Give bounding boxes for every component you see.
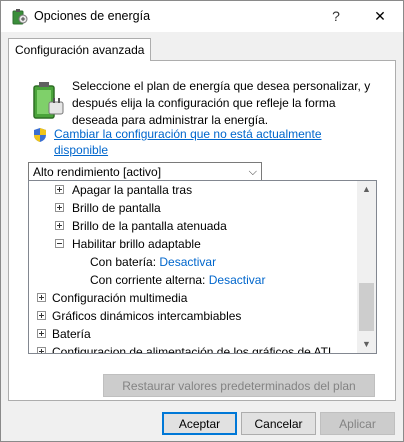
tree-item-brillo-pantalla[interactable]: Brillo de pantalla <box>55 199 161 217</box>
scrollbar-thumb[interactable] <box>359 283 374 331</box>
expand-icon[interactable] <box>37 311 46 320</box>
close-button[interactable]: ✕ <box>357 1 403 32</box>
power-plan-selected: Alto rendimiento [activo] <box>33 165 162 179</box>
accept-button[interactable]: Aceptar <box>162 412 237 435</box>
change-unavailable-settings-link[interactable]: Cambiar la configuración que no está act… <box>54 126 354 158</box>
tree-item-graficos-ati[interactable]: Configuracion de alimentación de los grá… <box>37 343 331 353</box>
expand-icon[interactable] <box>37 329 46 338</box>
power-options-window: Opciones de energía ? ✕ Configuración av… <box>0 0 404 442</box>
title-bar: Opciones de energía ? ✕ <box>1 1 403 32</box>
setting-on-battery: Con batería: Desactivar <box>90 255 217 269</box>
expand-icon[interactable] <box>37 347 46 353</box>
tree-item-graficos-dinamicos[interactable]: Gráficos dinámicos intercambiables <box>37 307 241 325</box>
collapse-icon[interactable] <box>55 239 64 248</box>
cancel-button[interactable]: Cancelar <box>241 412 316 435</box>
settings-tree: Apagar la pantalla tras Brillo de pantal… <box>28 180 377 354</box>
setting-on-ac: Con corriente alterna: Desactivar <box>90 273 266 287</box>
tree-item-apagar-pantalla[interactable]: Apagar la pantalla tras <box>55 181 192 199</box>
uac-shield-icon <box>32 127 48 143</box>
scroll-down-icon[interactable]: ▼ <box>357 336 376 353</box>
tree-item-multimedia[interactable]: Configuración multimedia <box>37 289 187 307</box>
apply-button[interactable]: Aplicar <box>320 412 395 435</box>
expand-icon[interactable] <box>55 221 64 230</box>
expand-icon[interactable] <box>37 293 46 302</box>
tree-item-bateria[interactable]: Batería <box>37 325 91 343</box>
restore-defaults-button[interactable]: Restaurar valores predeterminados del pl… <box>103 374 375 397</box>
on-battery-value[interactable]: Desactivar <box>159 255 216 269</box>
expand-icon[interactable] <box>55 185 64 194</box>
power-plan-dropdown[interactable]: Alto rendimiento [activo] ⌵ <box>28 162 262 181</box>
scroll-up-icon[interactable]: ▲ <box>357 181 376 198</box>
tree-item-brillo-atenuada[interactable]: Brillo de la pantalla atenuada <box>55 217 227 235</box>
intro-text: Seleccione el plan de energía que desea … <box>72 79 371 127</box>
window-title: Opciones de energía <box>34 9 151 23</box>
tree-scrollbar[interactable]: ▲ ▼ <box>357 181 376 353</box>
tree-item-brillo-adaptable[interactable]: Habilitar brillo adaptable <box>55 235 201 253</box>
on-ac-value[interactable]: Desactivar <box>209 273 266 287</box>
battery-plug-icon <box>29 80 65 122</box>
help-button[interactable]: ? <box>313 1 359 32</box>
power-options-icon <box>10 8 28 26</box>
tab-advanced-settings[interactable]: Configuración avanzada <box>8 38 152 61</box>
expand-icon[interactable] <box>55 203 64 212</box>
